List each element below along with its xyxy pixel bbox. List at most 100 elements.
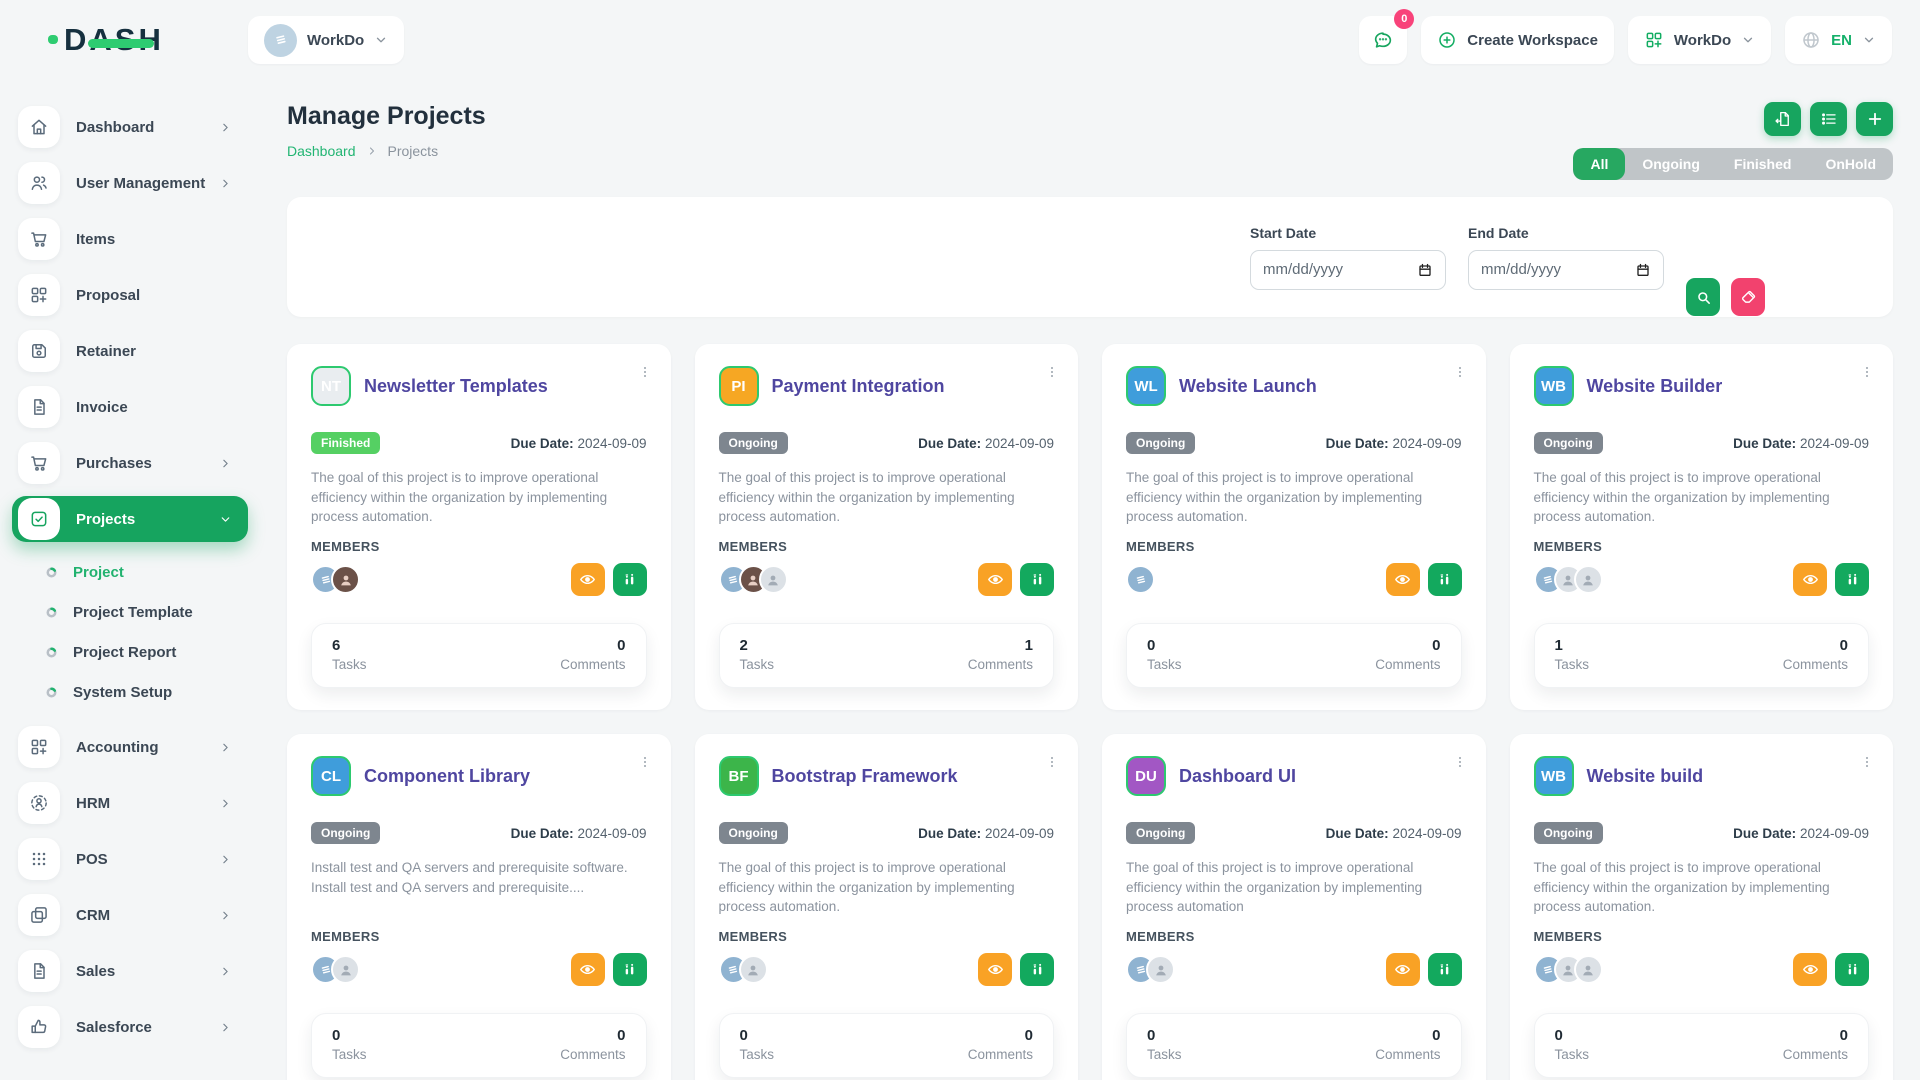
card-menu-button[interactable] — [1452, 754, 1468, 770]
view-project-button[interactable] — [571, 563, 605, 596]
submenu-item-project[interactable]: Project — [44, 552, 248, 592]
project-title[interactable]: Website Builder — [1587, 376, 1723, 397]
breadcrumb-chevron-icon — [366, 145, 378, 157]
sidebar-item-pos[interactable]: POS — [18, 836, 248, 882]
eye-icon — [987, 961, 1004, 978]
project-progress-button[interactable] — [1428, 563, 1462, 596]
start-date-input[interactable]: mm/dd/yyyy — [1250, 250, 1446, 290]
card-menu-button[interactable] — [637, 754, 653, 770]
toolbar — [1764, 102, 1893, 136]
calendar-icon[interactable] — [1417, 262, 1433, 278]
project-title[interactable]: Website build — [1587, 766, 1704, 787]
project-avatar: NT — [311, 366, 351, 406]
breadcrumb: Dashboard Projects — [287, 143, 486, 159]
project-progress-button[interactable] — [1835, 563, 1869, 596]
due-date: Due Date: 2024-09-09 — [918, 436, 1054, 451]
tasks-count: 0 — [1147, 1027, 1182, 1044]
filter-tab-finished[interactable]: Finished — [1717, 148, 1809, 180]
member-avatar-person[interactable] — [1574, 955, 1603, 984]
project-card: PIPayment IntegrationOngoingDue Date: 20… — [695, 344, 1079, 710]
status-badge: Ongoing — [311, 822, 380, 844]
member-avatar-person[interactable] — [331, 955, 360, 984]
sidebar-item-purchases[interactable]: Purchases — [18, 440, 248, 486]
sidebar-item-retainer[interactable]: Retainer — [18, 328, 248, 374]
sidebar-item-label: Projects — [76, 511, 135, 528]
card-menu-button[interactable] — [1859, 754, 1875, 770]
member-avatar-person[interactable] — [1146, 955, 1175, 984]
view-project-button[interactable] — [1793, 953, 1827, 986]
project-title[interactable]: Newsletter Templates — [364, 376, 548, 397]
project-card: WBWebsite buildOngoingDue Date: 2024-09-… — [1510, 734, 1894, 1080]
sidebar-item-crm[interactable]: CRM — [18, 892, 248, 938]
view-project-button[interactable] — [1793, 563, 1827, 596]
project-progress-button[interactable] — [1835, 953, 1869, 986]
project-title[interactable]: Bootstrap Framework — [772, 766, 958, 787]
project-progress-button[interactable] — [1428, 953, 1462, 986]
create-workspace-button[interactable]: Create Workspace — [1421, 16, 1614, 64]
filter-tab-onhold[interactable]: OnHold — [1808, 148, 1893, 180]
submenu-item-project-report[interactable]: Project Report — [44, 632, 248, 672]
card-menu-button[interactable] — [1859, 364, 1875, 380]
card-menu-button[interactable] — [637, 364, 653, 380]
member-avatar-company[interactable] — [1126, 565, 1155, 594]
card-menu-button[interactable] — [1452, 364, 1468, 380]
sidebar-item-accounting[interactable]: Accounting — [18, 724, 248, 770]
sidebar-item-sales[interactable]: Sales — [18, 948, 248, 994]
reset-filter-button[interactable] — [1731, 278, 1765, 316]
member-avatar-photo[interactable] — [331, 565, 360, 594]
sidebar-item-invoice[interactable]: Invoice — [18, 384, 248, 430]
filter-tab-ongoing[interactable]: Ongoing — [1625, 148, 1717, 180]
project-title[interactable]: Payment Integration — [772, 376, 945, 397]
card-menu-button[interactable] — [1044, 364, 1060, 380]
messages-button[interactable]: 0 — [1359, 16, 1407, 64]
submenu-item-system-setup[interactable]: System Setup — [44, 672, 248, 712]
project-title[interactable]: Component Library — [364, 766, 530, 787]
sidebar-item-projects[interactable]: Projects — [12, 496, 248, 542]
layers-icon — [18, 894, 60, 936]
member-avatar-person[interactable] — [739, 955, 768, 984]
comments-count: 0 — [560, 1027, 625, 1044]
comments-stat: 0Comments — [968, 1027, 1033, 1062]
sidebar-item-user-management[interactable]: User Management — [18, 160, 248, 206]
sidebar-item-items[interactable]: Items — [18, 216, 248, 262]
sidebar-item-dashboard[interactable]: Dashboard — [18, 104, 248, 150]
project-title[interactable]: Dashboard UI — [1179, 766, 1296, 787]
member-avatar-person[interactable] — [759, 565, 788, 594]
card-actions — [571, 953, 647, 986]
view-project-button[interactable] — [978, 953, 1012, 986]
filter-tab-all[interactable]: All — [1573, 148, 1625, 180]
status-badge: Ongoing — [719, 822, 788, 844]
project-progress-button[interactable] — [613, 563, 647, 596]
language-selector[interactable]: EN — [1785, 16, 1892, 64]
sidebar-item-hrm[interactable]: HRM — [18, 780, 248, 826]
add-project-button[interactable] — [1856, 102, 1893, 136]
card-menu-button[interactable] — [1044, 754, 1060, 770]
tasks-label: Tasks — [740, 1047, 775, 1062]
sidebar-item-salesforce[interactable]: Salesforce — [18, 1004, 248, 1050]
sidebar-item-proposal[interactable]: Proposal — [18, 272, 248, 318]
breadcrumb-dashboard-link[interactable]: Dashboard — [287, 143, 356, 159]
list-view-button[interactable] — [1810, 102, 1847, 136]
project-progress-button[interactable] — [1020, 953, 1054, 986]
apps-grid-icon — [1644, 30, 1664, 50]
search-button[interactable] — [1686, 278, 1720, 316]
view-project-button[interactable] — [978, 563, 1012, 596]
members-row — [1534, 563, 1870, 596]
submenu-item-label: Project — [73, 564, 124, 581]
project-progress-button[interactable] — [613, 953, 647, 986]
member-avatar-person[interactable] — [1574, 565, 1603, 594]
project-title[interactable]: Website Launch — [1179, 376, 1317, 397]
end-date-input[interactable]: mm/dd/yyyy — [1468, 250, 1664, 290]
view-project-button[interactable] — [1386, 563, 1420, 596]
workdo-menu[interactable]: WorkDo — [1628, 16, 1771, 64]
members-label: MEMBERS — [719, 539, 1055, 554]
due-date-label: Due Date: — [918, 436, 981, 451]
project-progress-button[interactable] — [1020, 563, 1054, 596]
workspace-selector[interactable]: WorkDo — [248, 16, 404, 64]
view-project-button[interactable] — [1386, 953, 1420, 986]
calendar-icon[interactable] — [1635, 262, 1651, 278]
export-button[interactable] — [1764, 102, 1801, 136]
tasks-label: Tasks — [332, 657, 367, 672]
submenu-item-project-template[interactable]: Project Template — [44, 592, 248, 632]
view-project-button[interactable] — [571, 953, 605, 986]
